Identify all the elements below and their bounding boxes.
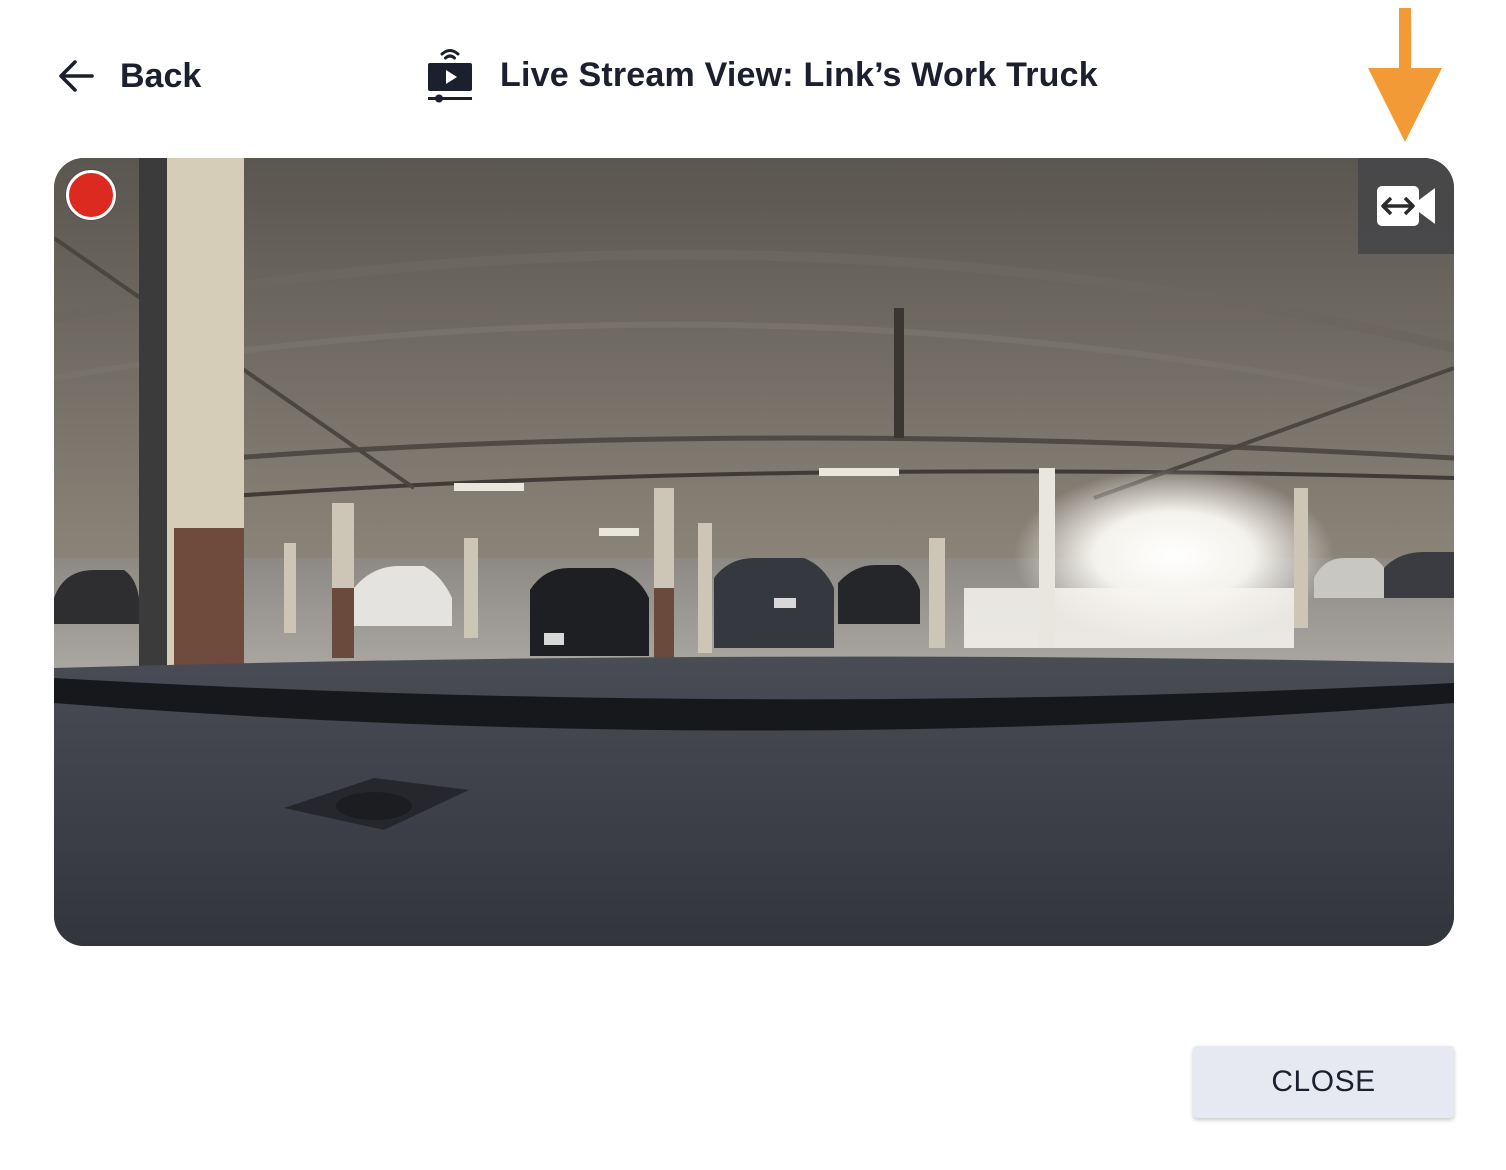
- live-stream-icon: [428, 49, 472, 103]
- arrow-left-icon: [59, 60, 94, 92]
- dashcam-feed: [54, 158, 1454, 946]
- live-video-feed[interactable]: [54, 158, 1454, 946]
- back-label: Back: [120, 56, 202, 95]
- record-icon: [66, 170, 116, 220]
- arrow-down-icon: [1368, 8, 1442, 142]
- close-button[interactable]: CLOSE: [1193, 1046, 1454, 1118]
- switch-camera-icon: [1377, 186, 1435, 226]
- page-title-text: Live Stream View: Link’s Work Truck: [500, 55, 1098, 94]
- page-title: Live Stream View: Link’s Work Truck: [426, 44, 1098, 106]
- back-button[interactable]: Back: [58, 52, 201, 100]
- switch-camera-button[interactable]: [1358, 158, 1454, 254]
